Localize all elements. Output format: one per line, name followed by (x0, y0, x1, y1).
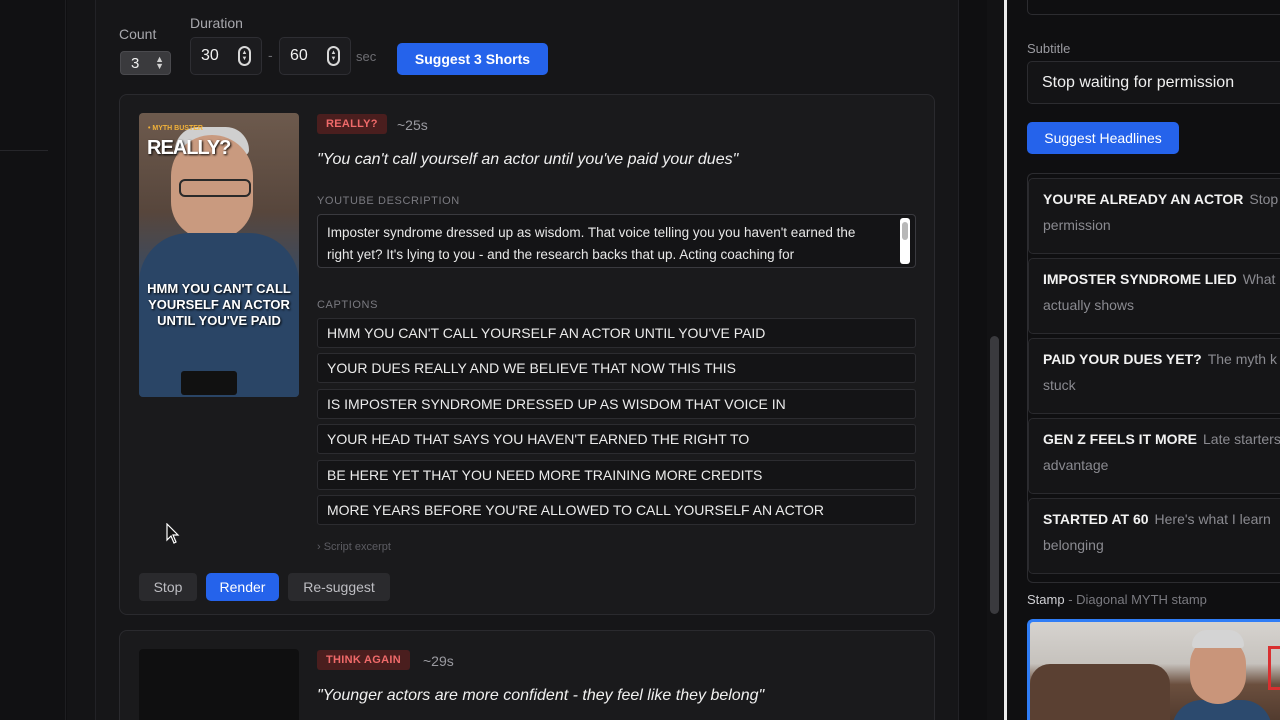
duration-min-input[interactable]: 30 ▲ ▼ (190, 37, 262, 75)
subtitle-label: Subtitle (1027, 41, 1071, 56)
headline-text: The myth k (1207, 351, 1277, 367)
description-text: Imposter syndrome dressed up as wisdom. … (327, 225, 856, 262)
spinner-icon[interactable]: ▲ ▼ (238, 46, 251, 66)
description-label: YOUTUBE DESCRIPTION (317, 195, 460, 207)
thumbnail-tag: • MYTH BUSTER (148, 125, 203, 132)
hook-badge: THINK AGAIN (317, 650, 410, 670)
headline-list: YOU'RE ALREADY AN ACTOR Stop permission I… (1027, 173, 1280, 583)
short-thumbnail[interactable]: • MYTH BUSTER REALLY? HMM YOU CAN'T CALL… (139, 113, 299, 397)
duration-max-input[interactable]: 60 ▲ ▼ (279, 37, 351, 75)
caption-line[interactable]: MORE YEARS BEFORE YOU'RE ALLOWED TO CALL… (317, 495, 916, 525)
headline-title: GEN Z FEELS IT MORE (1043, 431, 1198, 447)
headline-text: Stop (1249, 191, 1279, 207)
count-select[interactable]: 3 ▲ ▼ (120, 51, 171, 75)
caption-line[interactable]: YOUR DUES REALLY AND WE BELIEVE THAT NOW… (317, 353, 916, 383)
duration-min-value: 30 (201, 47, 219, 64)
headline-panel: Subtitle Stop waiting for permission Sug… (1007, 0, 1280, 720)
script-excerpt-toggle[interactable]: › Script excerpt (317, 541, 391, 553)
thumbnail-glasses (179, 179, 251, 197)
stamp-preview-image[interactable] (1027, 619, 1280, 720)
headline-title: YOU'RE ALREADY AN ACTOR (1043, 191, 1244, 207)
thumbnail-phone (181, 371, 237, 395)
short-duration: ~25s (397, 117, 428, 133)
updown-arrows-icon: ▲ ▼ (155, 54, 164, 71)
count-value: 3 (131, 54, 140, 72)
preview-sofa (1030, 664, 1170, 720)
headline-item[interactable]: YOU'RE ALREADY AN ACTOR Stop permission (1028, 178, 1280, 254)
captions-label: CAPTIONS (317, 299, 379, 311)
preview-hair (1192, 630, 1244, 648)
stamp-label-row: Stamp - Diagonal MYTH stamp (1027, 592, 1207, 607)
short-thumbnail[interactable] (139, 649, 299, 720)
duration-unit: sec (356, 49, 377, 64)
thumbnail-caption: HMM YOU CAN'T CALL YOURSELF AN ACTOR UNT… (147, 281, 291, 328)
hook-badge: REALLY? (317, 114, 387, 134)
short-card: THINK AGAIN ~29s "Younger actors are mor… (119, 630, 935, 720)
textarea-scrollbar[interactable] (900, 218, 910, 264)
caption-line[interactable]: IS IMPOSTER SYNDROME DRESSED UP AS WISDO… (317, 389, 916, 419)
headline-line2: stuck (1043, 377, 1076, 393)
suggest-headlines-button[interactable]: Suggest Headlines (1027, 122, 1179, 154)
stamp-description: - Diagonal MYTH stamp (1068, 592, 1207, 607)
short-hook-quote: "Younger actors are more confident - the… (317, 687, 765, 704)
caption-line[interactable]: BE HERE YET THAT YOU NEED MORE TRAINING … (317, 460, 916, 490)
headline-title: IMPOSTER SYNDROME LIED (1043, 271, 1237, 287)
caption-line[interactable]: YOUR HEAD THAT SAYS YOU HAVEN'T EARNED T… (317, 424, 916, 454)
left-sidebar (0, 0, 66, 720)
mouse-cursor-icon (166, 523, 180, 544)
short-card: • MYTH BUSTER REALLY? HMM YOU CAN'T CALL… (119, 94, 935, 615)
stamp-label: Stamp (1027, 592, 1065, 607)
duration-label: Duration (190, 15, 243, 31)
spinner-icon[interactable]: ▲ ▼ (327, 46, 340, 66)
headline-line2: advantage (1043, 457, 1109, 473)
myth-stamp-mark (1268, 646, 1280, 690)
scrollbar-thumb[interactable] (990, 336, 999, 614)
count-label: Count (119, 26, 157, 42)
render-button[interactable]: Render (206, 573, 279, 601)
short-duration: ~29s (423, 653, 454, 669)
headline-line2: actually shows (1043, 297, 1135, 313)
headline-item[interactable]: PAID YOUR DUES YET? The myth k stuck (1028, 338, 1280, 414)
headline-title: PAID YOUR DUES YET? (1043, 351, 1202, 367)
headline-item[interactable]: IMPOSTER SYNDROME LIED What actually show… (1028, 258, 1280, 334)
headline-line2: permission (1043, 217, 1111, 233)
sidebar-divider (0, 150, 48, 151)
shorts-panel: Count 3 ▲ ▼ Duration 30 ▲ ▼ - 60 ▲ ▼ sec Su… (95, 0, 959, 720)
caption-line[interactable]: HMM YOU CAN'T CALL YOURSELF AN ACTOR UNT… (317, 318, 916, 348)
resuggest-button[interactable]: Re-suggest (288, 573, 390, 601)
app-root: Count 3 ▲ ▼ Duration 30 ▲ ▼ - 60 ▲ ▼ sec Su… (0, 0, 1280, 720)
short-hook-quote: "You can't call yourself an actor until … (317, 151, 739, 168)
headline-line2: belonging (1043, 537, 1104, 553)
main-scrollbar[interactable] (987, 0, 1003, 720)
headline-text: Here's what I learn (1154, 511, 1271, 527)
headline-text: What (1242, 271, 1276, 287)
thumbnail-title: REALLY? (147, 137, 231, 159)
left-gutter (67, 0, 95, 720)
headline-item[interactable]: STARTED AT 60 Here's what I learn belongi… (1028, 498, 1280, 574)
suggest-shorts-button[interactable]: Suggest 3 Shorts (397, 43, 548, 75)
duration-separator: - (268, 47, 273, 63)
headline-text: Late starters (1203, 431, 1280, 447)
duration-max-value: 60 (290, 47, 308, 64)
description-textarea[interactable]: Imposter syndrome dressed up as wisdom. … (317, 214, 916, 268)
subtitle-input[interactable]: Stop waiting for permission (1027, 61, 1280, 104)
headline-item[interactable]: GEN Z FEELS IT MORE Late starters advanta… (1028, 418, 1280, 494)
title-input-edge[interactable] (1027, 0, 1280, 15)
stop-button[interactable]: Stop (139, 573, 197, 601)
headline-title: STARTED AT 60 (1043, 511, 1149, 527)
